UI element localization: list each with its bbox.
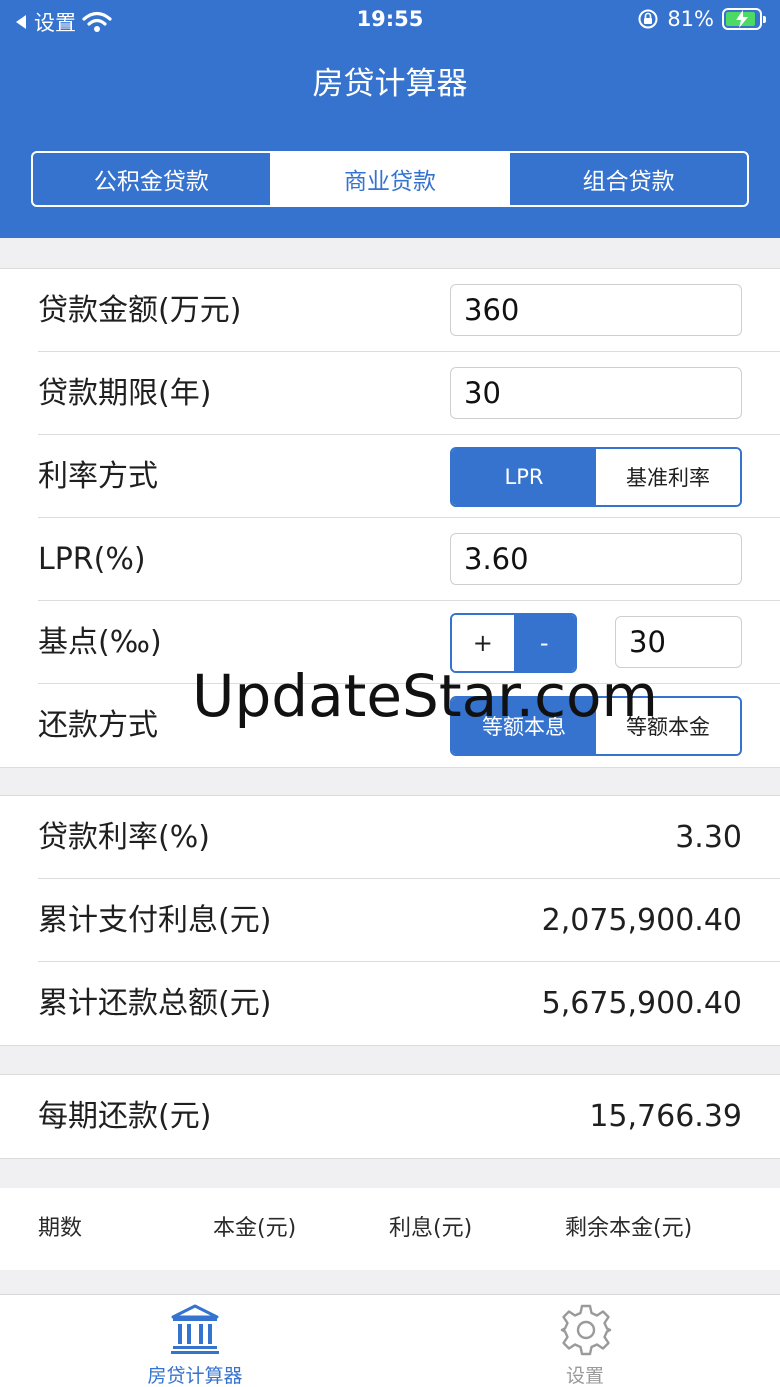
rate-mode-row: 利率方式 LPR 基准利率	[38, 435, 780, 518]
schedule-table-header: 期数 本金(元) 利息(元) 剩余本金(元)	[0, 1188, 780, 1270]
tab-mortgage-calculator[interactable]: 房贷计算器	[95, 1295, 295, 1387]
term-input[interactable]: 30	[450, 367, 742, 419]
battery-percent: 81%	[667, 7, 714, 31]
total-interest-label: 累计支付利息(元)	[38, 903, 272, 938]
lpr-label: LPR(%)	[38, 542, 146, 577]
loan-rate-row: 贷款利率(%) 3.30	[38, 796, 780, 879]
rate-mode-benchmark[interactable]: 基准利率	[596, 449, 740, 505]
column-period: 期数	[38, 1216, 83, 1241]
lpr-input[interactable]: 3.60	[450, 533, 742, 585]
column-interest: 利息(元)	[389, 1216, 473, 1241]
tab-provident-fund-loan[interactable]: 公积金贷款	[33, 153, 270, 205]
loan-rate-value: 3.30	[675, 820, 742, 855]
amount-label: 贷款金额(万元)	[38, 293, 242, 328]
monthly-payment-label: 每期还款(元)	[38, 1099, 212, 1134]
status-right: 81%	[637, 7, 766, 31]
rate-mode-label: 利率方式	[38, 459, 158, 494]
loan-rate-label: 贷款利率(%)	[38, 820, 210, 855]
total-repayment-row: 累计还款总额(元) 5,675,900.40	[38, 962, 780, 1045]
monthly-payment-row: 每期还款(元) 15,766.39	[38, 1075, 780, 1158]
tab-combined-loan[interactable]: 组合贷款	[508, 153, 747, 205]
column-principal: 本金(元)	[213, 1216, 297, 1241]
orientation-lock-icon	[638, 9, 658, 29]
term-label: 贷款期限(年)	[38, 376, 212, 411]
rate-mode-lpr[interactable]: LPR	[452, 449, 596, 505]
tab-mortgage-calculator-label: 房贷计算器	[147, 1365, 243, 1387]
status-bar: 设置 19:55 81%	[0, 0, 780, 40]
tab-settings[interactable]: 设置	[485, 1295, 685, 1387]
monthly-payment-value: 15,766.39	[589, 1099, 742, 1134]
amount-row: 贷款金额(万元) 360	[38, 269, 780, 352]
tab-bar: 房贷计算器 设置	[0, 1294, 780, 1387]
battery-icon	[722, 8, 766, 30]
results-panel: 贷款利率(%) 3.30 累计支付利息(元) 2,075,900.40 累计还款…	[0, 795, 780, 1046]
header: 设置 19:55 81% 房贷计算器 公积金贷款 商业贷款 组合贷款	[0, 0, 780, 238]
page-title: 房贷计算器	[312, 66, 468, 102]
basis-point-label: 基点(‰)	[38, 625, 162, 660]
bank-icon	[171, 1304, 219, 1354]
total-repayment-label: 累计还款总额(元)	[38, 986, 272, 1021]
term-row: 贷款期限(年) 30	[38, 352, 780, 435]
loan-type-segment: 公积金贷款 商业贷款 组合贷款	[31, 151, 749, 207]
rate-mode-toggle: LPR 基准利率	[450, 447, 742, 507]
lpr-row: LPR(%) 3.60	[38, 518, 780, 601]
total-interest-row: 累计支付利息(元) 2,075,900.40	[38, 879, 780, 962]
monthly-panel: 每期还款(元) 15,766.39	[0, 1074, 780, 1159]
basis-point-input[interactable]: 30	[615, 616, 742, 668]
tab-commercial-loan[interactable]: 商业贷款	[269, 153, 509, 205]
gear-icon	[560, 1304, 612, 1356]
tab-settings-label: 设置	[565, 1365, 604, 1387]
column-remaining-principal: 剩余本金(元)	[565, 1216, 693, 1241]
total-interest-value: 2,075,900.40	[541, 903, 742, 938]
amount-input[interactable]: 360	[450, 284, 742, 336]
total-repayment-value: 5,675,900.40	[541, 986, 742, 1021]
watermark: UpdateStar.com	[192, 662, 658, 730]
repay-method-label: 还款方式	[38, 708, 158, 743]
